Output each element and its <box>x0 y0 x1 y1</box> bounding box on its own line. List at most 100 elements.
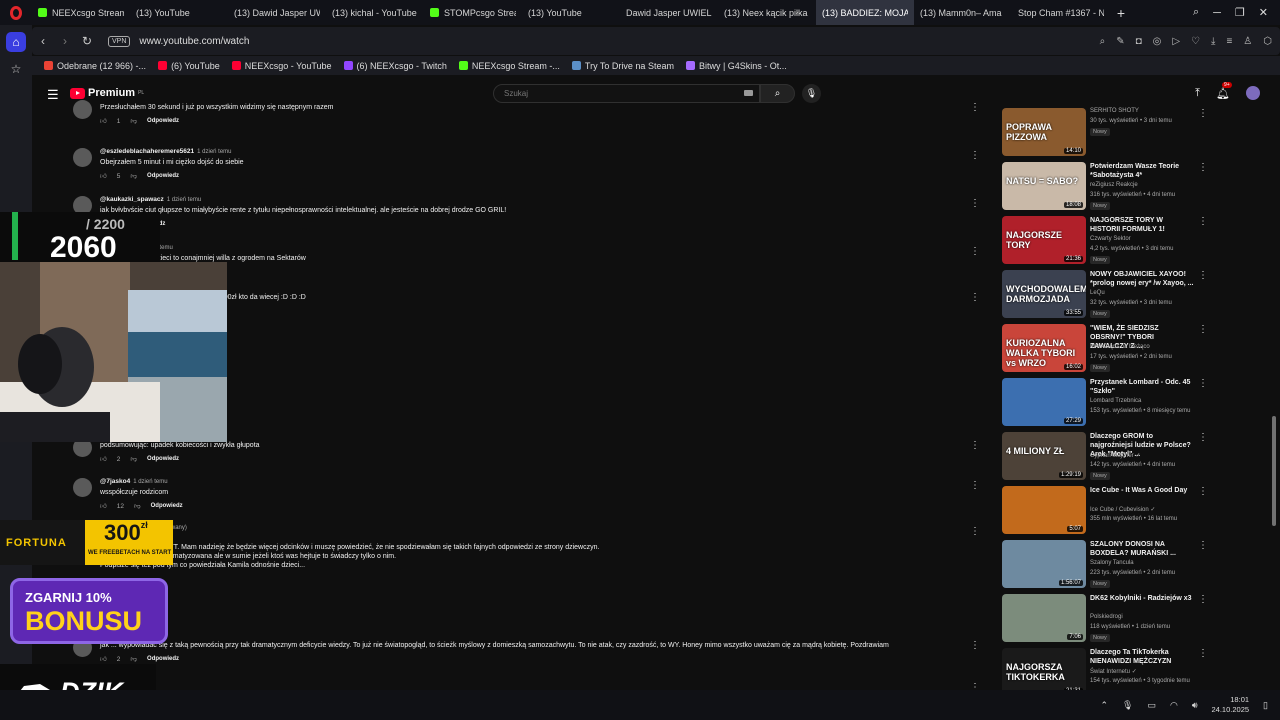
menu-icon[interactable]: ≡ <box>1226 36 1232 47</box>
search-tabs-icon[interactable]: ⌕ <box>1193 6 1199 19</box>
reload-icon[interactable]: ↻ <box>76 34 98 48</box>
clock[interactable]: 18:01 24.10.2025 <box>1212 695 1250 715</box>
recommended-video[interactable]: KURIOZALNA WALKA TYBORI vs WRZO 16:02 "WIE… <box>1002 324 1212 374</box>
more-options-icon[interactable]: ⋮ <box>970 198 980 209</box>
more-options-icon[interactable]: ⋮ <box>1198 486 1208 497</box>
reply-button[interactable]: Odpowiedz <box>147 456 179 462</box>
video-thumbnail[interactable]: 5:07 <box>1002 486 1086 534</box>
tab[interactable]: Dawid Jasper UWIEL <box>620 0 718 25</box>
opera-logo-icon[interactable] <box>0 0 32 25</box>
tab[interactable]: (13) YouTube <box>522 0 620 25</box>
tab[interactable]: STOMPcsgo Strea <box>424 0 522 25</box>
video-title[interactable]: Ice Cube - It Was A Good Day <box>1090 486 1194 495</box>
channel-name[interactable]: Cyprian Majcher ✓ <box>1090 452 1194 459</box>
channel-name[interactable]: Ice Cube / Cubevision ✓ <box>1090 506 1194 513</box>
tab[interactable]: NEEXcsgo Stream - W <box>32 0 130 25</box>
more-options-icon[interactable]: ⋮ <box>1198 378 1208 389</box>
more-options-icon[interactable]: ⋮ <box>1198 162 1208 173</box>
forward-icon[interactable]: › <box>54 34 76 48</box>
more-options-icon[interactable]: ⋮ <box>1198 108 1208 119</box>
thumb-up-icon[interactable]: 👍︎ <box>100 117 107 125</box>
video-thumbnail[interactable]: NAJGORSZE TORY 21:36 <box>1002 216 1086 264</box>
more-options-icon[interactable]: ⋮ <box>970 102 980 113</box>
recommended-video[interactable]: 4 MILIONY ZŁ 1:29:19 Dlaczego GROM to najg… <box>1002 432 1212 482</box>
thumb-up-icon[interactable]: 👍︎ <box>100 502 107 510</box>
video-thumbnail[interactable]: POPRAWA PIZZOWA 14:10 <box>1002 108 1086 156</box>
channel-name[interactable]: reZigiusz Reakcje <box>1090 182 1194 188</box>
play-icon[interactable]: ▷ <box>1172 36 1180 47</box>
recommended-video[interactable]: 7:06 DK62 Kobylniki - Radziejów x3 Polskie… <box>1002 594 1212 644</box>
avatar[interactable] <box>1246 86 1260 100</box>
upload-icon[interactable]: ⤒ <box>1195 87 1200 100</box>
avatar[interactable] <box>73 148 92 167</box>
recommended-video[interactable]: NAJGORSZA TIKTOKERKA21:31Dlaczego Ta Tik… <box>1002 648 1212 690</box>
more-options-icon[interactable]: ⋮ <box>970 526 980 537</box>
recommended-video[interactable]: 1:56:07 SZALONY DONOSI NA BOXDELA? MURAŃS… <box>1002 540 1212 590</box>
new-tab-button[interactable]: + <box>1110 0 1132 25</box>
more-options-icon[interactable]: ⋮ <box>970 440 980 451</box>
star-icon[interactable]: ☆ <box>6 59 26 79</box>
video-thumbnail[interactable]: 1:56:07 <box>1002 540 1086 588</box>
maximize-icon[interactable]: ❐ <box>1235 6 1245 19</box>
tab[interactable]: (13) Neex kącik piłka <box>718 0 816 25</box>
video-thumbnail[interactable]: 4 MILIONY ZŁ 1:29:19 <box>1002 432 1086 480</box>
more-options-icon[interactable]: ⋮ <box>970 480 980 491</box>
thumb-down-icon[interactable]: 👎︎ <box>130 655 137 663</box>
video-title[interactable]: SZALONY DONOSI NA BOXDELA? MURAŃSKI ... <box>1090 540 1194 558</box>
thumb-up-icon[interactable]: 👍︎ <box>100 172 107 180</box>
more-options-icon[interactable]: ⋮ <box>1198 270 1208 281</box>
thumb-up-icon[interactable]: 👍︎ <box>100 455 107 463</box>
heart-icon[interactable]: ♡ <box>1191 36 1200 47</box>
thumb-down-icon[interactable]: 👎︎ <box>134 502 141 510</box>
more-options-icon[interactable]: ⋮ <box>1198 216 1208 227</box>
thumb-down-icon[interactable]: 👎︎ <box>130 455 137 463</box>
video-thumbnail[interactable]: NAJGORSZA TIKTOKERKA21:31 <box>1002 648 1086 690</box>
video-title[interactable]: Przystanek Lombard - Odc. 45 "Szkło" <box>1090 378 1194 396</box>
bookmark-item[interactable]: (6) NEEXcsgo - Twitch <box>343 61 447 71</box>
bookmark-item[interactable]: Odebrane (12 966) -... <box>44 61 146 71</box>
shield-icon[interactable]: ◎ <box>1153 36 1162 47</box>
notifications-icon[interactable]: ▯ <box>1263 700 1268 711</box>
chevron-up-icon[interactable]: ⌃ <box>1100 700 1108 711</box>
more-options-icon[interactable]: ⋮ <box>970 292 980 303</box>
bell-icon[interactable]: 🔔︎ 9+ <box>1216 81 1232 100</box>
bookmark-item[interactable]: NEEXcsgo - YouTube <box>231 61 332 71</box>
comment-author[interactable]: @7jasko4 <box>100 478 130 485</box>
comment-author[interactable]: @kaukazki_spawacz <box>100 196 164 203</box>
more-options-icon[interactable]: ⋮ <box>1198 594 1208 605</box>
network-icon[interactable]: ▭ <box>1147 700 1156 711</box>
recommended-video[interactable]: NATSU = SABO? 18:08 Potwierdzam Wasze Teor… <box>1002 162 1212 212</box>
video-thumbnail[interactable]: 27:29 <box>1002 378 1086 426</box>
channel-name[interactable]: Lombard Trzebnica <box>1090 398 1194 404</box>
profile-icon[interactable]: ♙ <box>1243 36 1252 47</box>
channel-name[interactable]: Polskiedrogi <box>1090 614 1194 620</box>
reply-button[interactable]: Odpowiedz <box>151 503 183 509</box>
comment-author[interactable]: @eszledeblachaheremere5621 <box>100 148 194 155</box>
tab[interactable]: (13) kichal - YouTube <box>326 0 424 25</box>
more-options-icon[interactable]: ⋮ <box>1198 324 1208 335</box>
more-options-icon[interactable]: ⋮ <box>1198 540 1208 551</box>
thumb-up-icon[interactable]: 👍︎ <box>100 655 107 663</box>
recommended-video[interactable]: 27:29 Przystanek Lombard - Odc. 45 "Szkło… <box>1002 378 1212 428</box>
volume-icon[interactable]: 🔊︎ <box>1192 700 1198 711</box>
channel-name[interactable]: MMA-bądź na bieżąco <box>1090 344 1194 350</box>
recommended-video[interactable]: POPRAWA PIZZOWA 14:10 SERHITO SHOTY 30 tys.… <box>1002 108 1212 158</box>
recommended-video[interactable]: WYCHODOWALEM DARMOZJADA 33:55 NOWY OBJAWIC… <box>1002 270 1212 320</box>
video-title[interactable]: NAJGORSZE TORY W HISTORII FORMUŁY 1! <box>1090 216 1194 234</box>
back-icon[interactable]: ‹ <box>32 34 54 48</box>
channel-name[interactable]: Czwarty Sektor <box>1090 236 1194 242</box>
avatar[interactable] <box>73 478 92 497</box>
video-thumbnail[interactable]: NATSU = SABO? 18:08 <box>1002 162 1086 210</box>
video-thumbnail[interactable]: WYCHODOWALEM DARMOZJADA 33:55 <box>1002 270 1086 318</box>
more-options-icon[interactable]: ⋮ <box>1198 432 1208 443</box>
vpn-badge[interactable]: VPN <box>108 35 131 47</box>
bookmark-item[interactable]: NEEXcsgo Stream -... <box>458 61 560 71</box>
channel-name[interactable]: Świat Internetu ✓ <box>1090 668 1194 675</box>
minimize-icon[interactable]: ─ <box>1213 7 1221 19</box>
video-thumbnail[interactable]: 7:06 <box>1002 594 1086 642</box>
channel-name[interactable]: LeQu <box>1090 290 1194 296</box>
reply-button[interactable]: Odpowiedz <box>147 173 179 179</box>
recommended-video[interactable]: NAJGORSZE TORY 21:36 NAJGORSZE TORY W HIST… <box>1002 216 1212 266</box>
thumb-down-icon[interactable]: 👎︎ <box>130 172 137 180</box>
search-icon[interactable]: ⌕ <box>1100 36 1106 47</box>
